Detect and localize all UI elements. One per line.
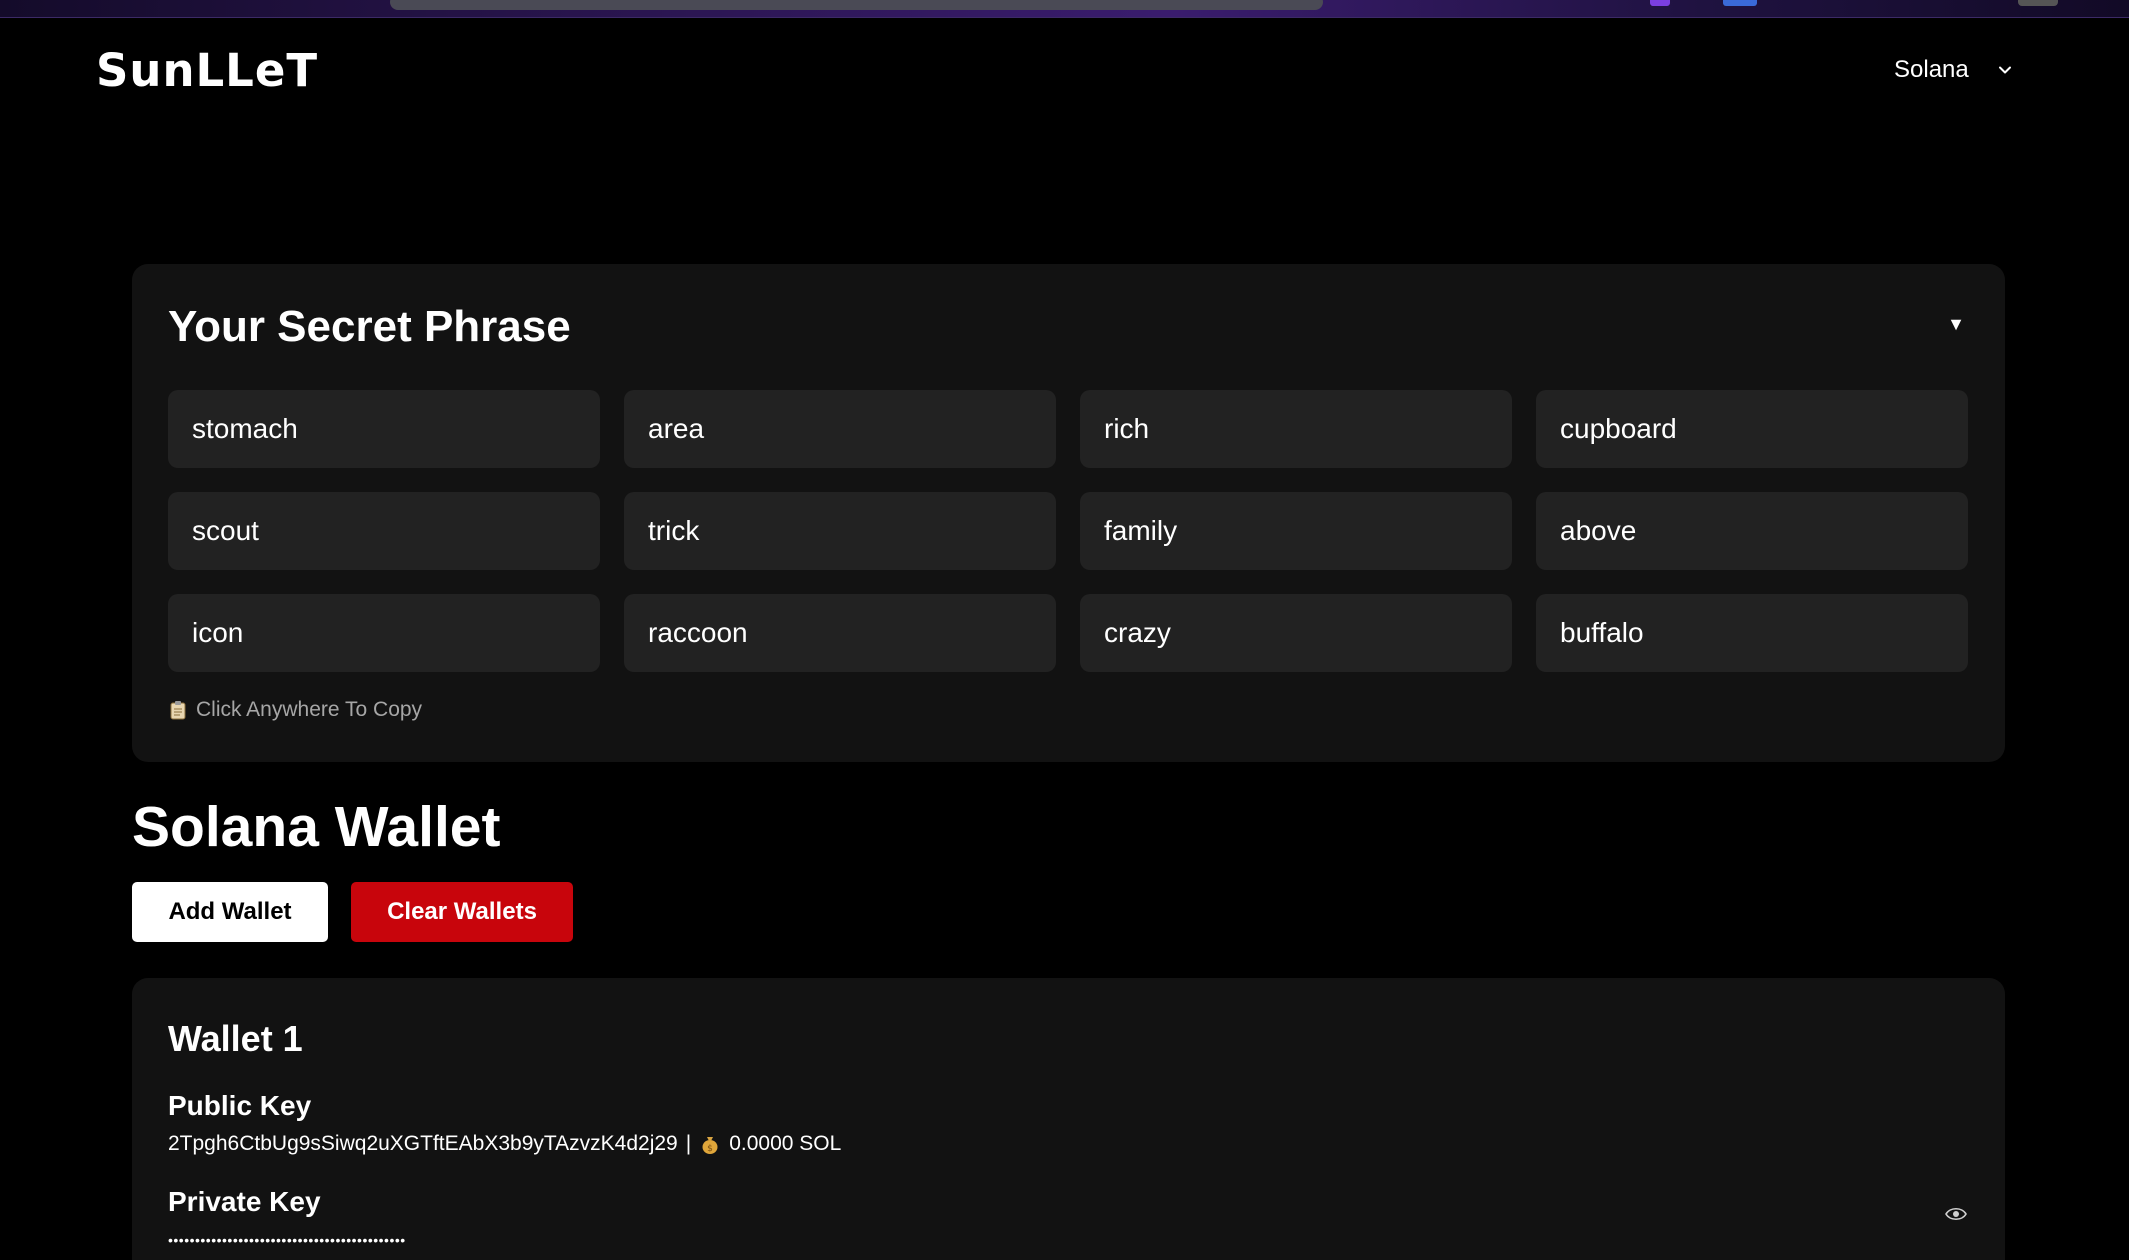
phrase-word[interactable]: crazy — [1080, 594, 1512, 672]
phrase-word[interactable]: icon — [168, 594, 600, 672]
browser-toolbar-edge — [0, 0, 2129, 18]
clipboard-icon — [170, 701, 186, 720]
profile-icon[interactable] — [2018, 0, 2058, 6]
extension-icon[interactable] — [1723, 0, 1757, 6]
app-root: SunLLeT Solana Your Secret Phrase ▼ stom… — [0, 0, 2129, 1260]
public-key-label: Public Key — [168, 1090, 312, 1121]
eye-icon[interactable] — [1945, 1206, 1967, 1222]
phrase-word[interactable]: raccoon — [624, 594, 1056, 672]
moneybag-icon: $ — [702, 1137, 718, 1154]
secret-phrase-title: Your Secret Phrase — [168, 302, 571, 351]
wallet-card: Wallet 1 Public Key 2Tpgh6CtbUg9sSiwq2uX… — [132, 978, 2005, 1260]
phrase-word[interactable]: buffalo — [1536, 594, 1968, 672]
public-key-value[interactable]: 2Tpgh6CtbUg9sSiwq2uXGTftEAbX3b9yTAzvzK4d… — [168, 1132, 678, 1156]
phrase-word[interactable]: area — [624, 390, 1056, 468]
public-key-row[interactable]: 2Tpgh6CtbUg9sSiwq2uXGTftEAbX3b9yTAzvzK4d… — [168, 1132, 841, 1156]
copy-hint: Click Anywhere To Copy — [170, 698, 422, 722]
phrase-word[interactable]: scout — [168, 492, 600, 570]
phrase-word[interactable]: rich — [1080, 390, 1512, 468]
phrase-word[interactable]: stomach — [168, 390, 600, 468]
phrase-word[interactable]: family — [1080, 492, 1512, 570]
add-wallet-button[interactable]: Add Wallet — [132, 882, 328, 942]
private-key-masked[interactable]: ••••••••••••••••••••••••••••••••••••••••… — [168, 1232, 406, 1248]
copy-hint-text: Click Anywhere To Copy — [196, 698, 423, 721]
phrase-word-grid: stomach area rich cupboard scout trick f… — [168, 390, 1969, 672]
balance-value: 0.0000 SOL — [729, 1132, 842, 1155]
wallet-title: Wallet 1 — [168, 1018, 303, 1059]
extension-icon[interactable] — [1650, 0, 1670, 6]
brand-logo: SunLLeT — [96, 44, 319, 97]
chevron-down-icon — [1998, 66, 2011, 74]
svg-text:$: $ — [707, 1144, 713, 1154]
collapse-toggle-icon[interactable]: ▼ — [1947, 314, 1965, 335]
wallet-section-heading: Solana Wallet — [132, 795, 501, 859]
phrase-word[interactable]: above — [1536, 492, 1968, 570]
separator: | — [685, 1132, 692, 1155]
secret-phrase-card[interactable]: Your Secret Phrase ▼ stomach area rich c… — [132, 264, 2005, 762]
clear-wallets-button[interactable]: Clear Wallets — [351, 882, 573, 942]
private-key-label: Private Key — [168, 1186, 321, 1217]
address-bar[interactable] — [390, 0, 1323, 10]
phrase-word[interactable]: trick — [624, 492, 1056, 570]
network-select[interactable]: Solana — [1894, 50, 2046, 90]
phrase-word[interactable]: cupboard — [1536, 390, 1968, 468]
network-selected-label: Solana — [1894, 56, 1969, 83]
